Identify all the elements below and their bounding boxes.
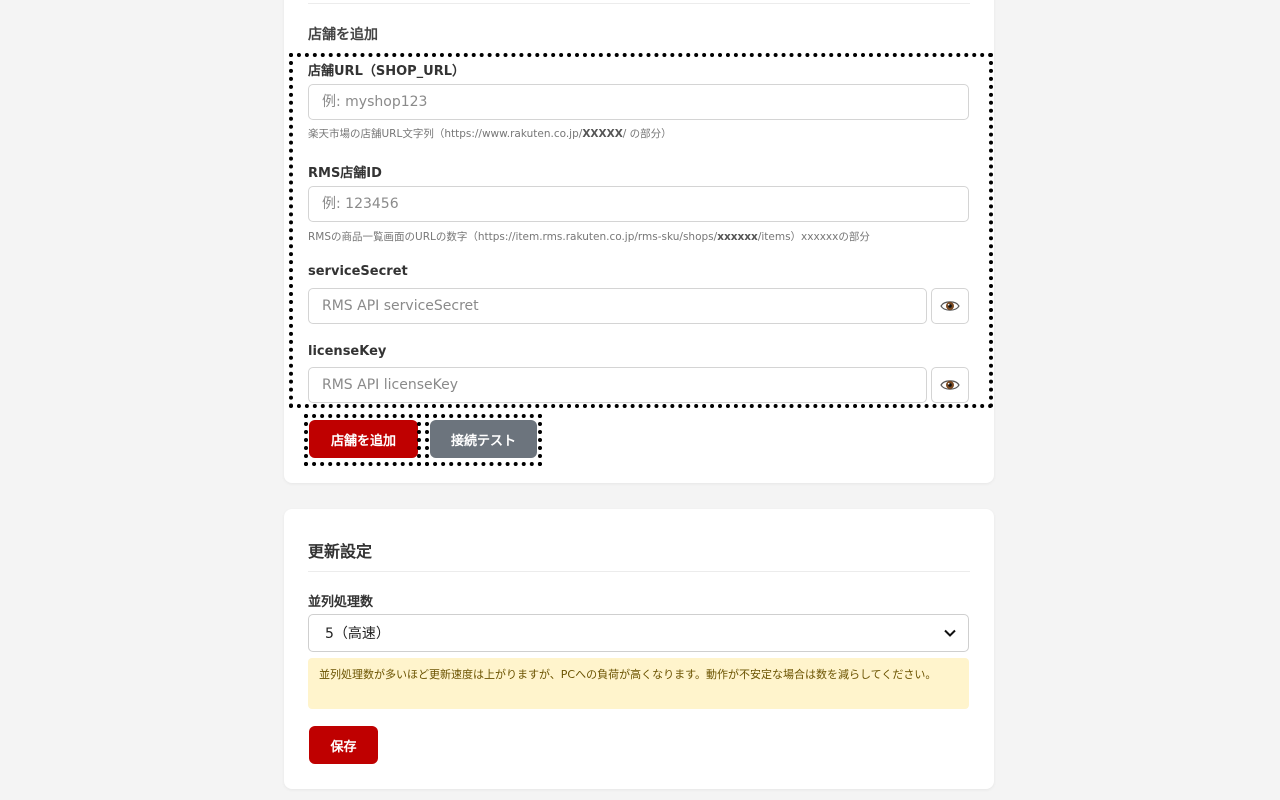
rms-id-hint: RMSの商品一覧画面のURLの数字（https://item.rms.rakut… bbox=[308, 231, 870, 243]
add-shop-heading: 店舗を追加 bbox=[308, 27, 378, 43]
license-key-label: licenseKey bbox=[308, 344, 387, 359]
toggle-license-key-button[interactable] bbox=[931, 367, 969, 403]
chevron-down-icon bbox=[944, 629, 956, 637]
rms-id-label: RMS店舗ID bbox=[308, 166, 382, 181]
rms-id-input[interactable] bbox=[308, 186, 969, 222]
concurrency-selected-value: 5（高速） bbox=[325, 626, 390, 642]
section-divider bbox=[308, 571, 970, 572]
save-button[interactable]: 保存 bbox=[309, 726, 378, 764]
add-shop-button[interactable]: 店舗を追加 bbox=[309, 420, 418, 458]
toggle-service-secret-button[interactable] bbox=[931, 288, 969, 324]
service-secret-label: serviceSecret bbox=[308, 264, 408, 279]
section-divider bbox=[308, 3, 970, 4]
license-key-input[interactable] bbox=[308, 367, 927, 403]
service-secret-input[interactable] bbox=[308, 288, 927, 324]
add-shop-card: 店舗を追加 店舗URL（SHOP_URL） 楽天市場の店舗URL文字列（http… bbox=[284, 0, 994, 483]
concurrency-label: 並列処理数 bbox=[308, 595, 374, 610]
eye-icon bbox=[940, 301, 960, 311]
update-settings-title: 更新設定 bbox=[308, 542, 373, 561]
shop-url-input[interactable] bbox=[308, 84, 969, 120]
shop-url-label: 店舗URL（SHOP_URL） bbox=[308, 64, 466, 79]
update-settings-card: 更新設定 並列処理数 5（高速） 並列処理数が多いほど更新速度は上がりますが、P… bbox=[284, 509, 994, 789]
eye-icon bbox=[940, 380, 960, 390]
concurrency-select[interactable]: 5（高速） bbox=[308, 614, 969, 652]
concurrency-notice: 並列処理数が多いほど更新速度は上がりますが、PCへの負荷が高くなります。動作が不… bbox=[308, 658, 969, 709]
shop-url-hint: 楽天市場の店舗URL文字列（https://www.rakuten.co.jp/… bbox=[308, 128, 672, 140]
connection-test-button[interactable]: 接続テスト bbox=[430, 420, 537, 458]
